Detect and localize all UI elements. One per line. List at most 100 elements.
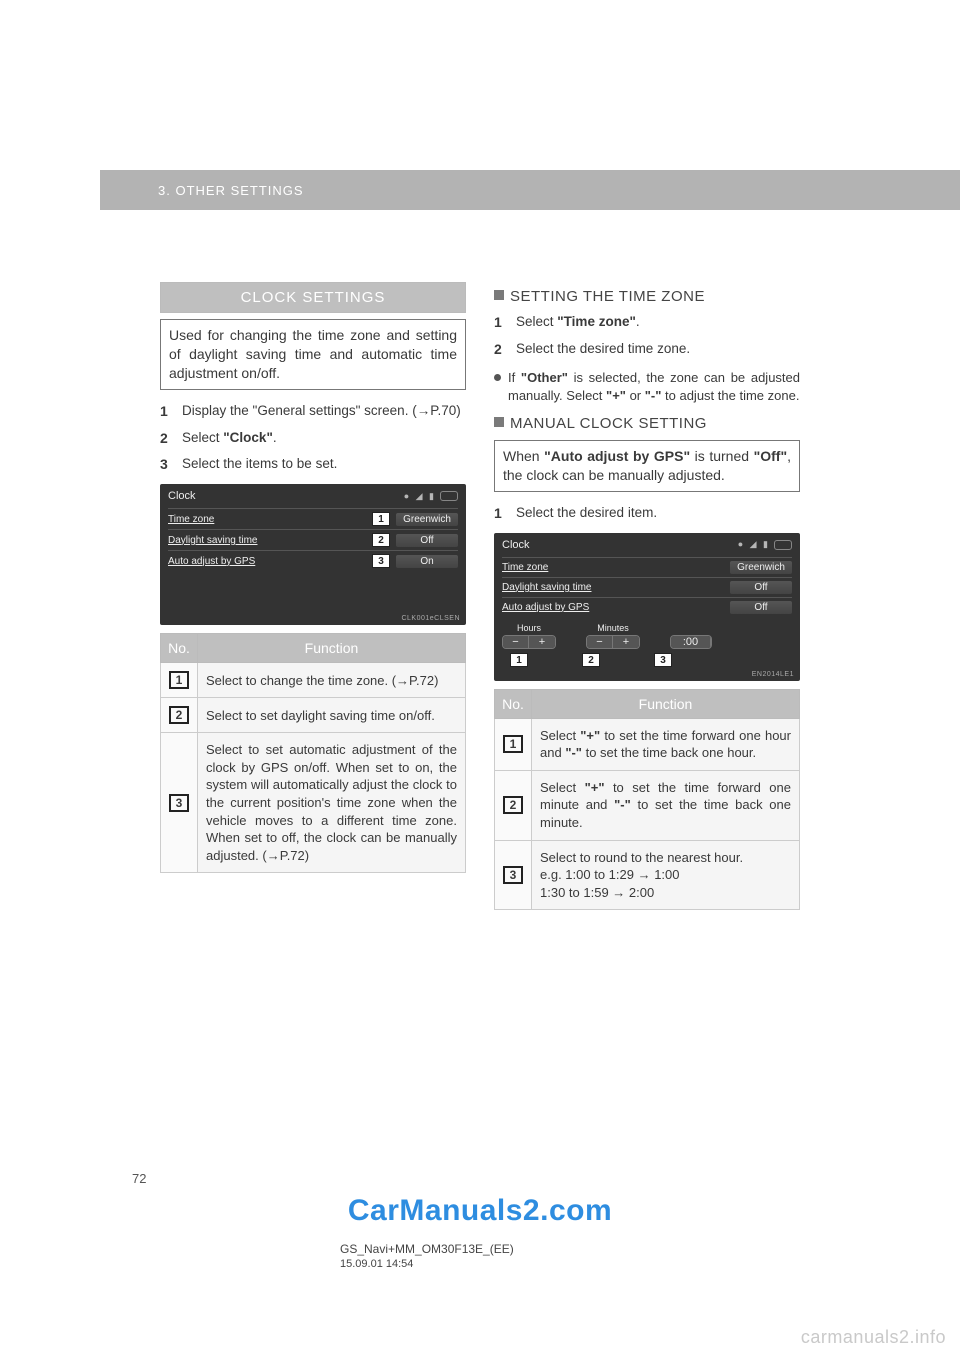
ss-label: Time zone <box>502 562 730 573</box>
table-header-no: No. <box>161 634 198 663</box>
note-bold: "Auto adjust by GPS" <box>544 448 690 464</box>
round-label: :00 <box>671 636 711 648</box>
callout-box: 2 <box>582 653 600 667</box>
round-button: :00 <box>670 635 712 649</box>
table-header-no: No. <box>495 689 532 718</box>
row-number: 3 <box>169 794 189 812</box>
left-steps: Display the "General settings" screen. (… <box>160 402 466 475</box>
doc-id-line1: GS_Navi+MM_OM30F13E_(EE) <box>340 1241 620 1257</box>
screenshot-code: EN2014LE1 <box>752 671 794 678</box>
screenshot-row: Time zone 1 Greenwich <box>168 508 458 529</box>
status-icons: ● ◢ ▮ <box>404 491 458 502</box>
plus-icon: + <box>529 636 555 648</box>
document-id: GS_Navi+MM_OM30F13E_(EE) 15.09.01 14:54 <box>340 1241 620 1272</box>
screenshot-titlebar: Clock ● ◢ ▮ <box>502 539 792 551</box>
right-function-table: No. Function 1 Select "+" to set the tim… <box>494 689 800 910</box>
table-row: 1 Select to change the time zone. (→P.72… <box>161 663 466 698</box>
table-row: 2 Select to set daylight saving time on/… <box>161 698 466 733</box>
note-bold: "+" <box>606 388 626 403</box>
ss-value: Greenwich <box>730 561 792 574</box>
table-header-function: Function <box>198 634 466 663</box>
hours-label: Hours <box>502 623 556 633</box>
row-text: Select to round to the nearest hour. e.g… <box>532 840 800 910</box>
t: Select <box>540 780 585 795</box>
note-text: or <box>626 388 645 403</box>
screenshot-titlebar: Clock ● ◢ ▮ <box>168 490 458 502</box>
callout-box: 3 <box>654 653 672 667</box>
tb: "+" <box>580 728 600 743</box>
status-icons: ● ◢ ▮ <box>738 539 792 550</box>
step-text: Select <box>182 430 223 445</box>
screenshot-row: Daylight saving time Off <box>502 577 792 597</box>
callout-box: 1 <box>510 653 528 667</box>
table-row: 2 Select "+" to set the time forward one… <box>495 770 800 840</box>
ss-label: Daylight saving time <box>168 535 366 546</box>
page-number: 72 <box>132 1171 146 1186</box>
tz-step-2: Select the desired time zone. <box>494 340 800 359</box>
row-number: 1 <box>169 671 189 689</box>
tb: "-" <box>565 745 582 760</box>
setting-timezone-heading: SETTING THE TIME ZONE <box>494 288 800 305</box>
screenshot-row: Daylight saving time 2 Off <box>168 529 458 550</box>
ss-value: Off <box>730 581 792 594</box>
square-bullet-icon <box>494 417 504 427</box>
ss-label: Auto adjust by GPS <box>168 556 366 567</box>
minutes-buttons: −+ <box>586 635 640 649</box>
screenshot-title: Clock <box>168 490 196 502</box>
ss-label: Auto adjust by GPS <box>502 602 730 613</box>
callout-box: 1 <box>372 512 390 526</box>
row-text: Select to set automatic adjustment of th… <box>198 733 466 873</box>
screenshot-code: CLK001eCLSEN <box>401 615 460 622</box>
table-row: 1 Select "+" to set the time forward one… <box>495 718 800 770</box>
plus-icon: + <box>613 636 639 648</box>
row-number: 2 <box>169 706 189 724</box>
ss-label: Time zone <box>168 514 366 525</box>
row-text: Select "+" to set the time forward one m… <box>532 770 800 840</box>
screenshot-row: Time zone Greenwich <box>502 557 792 577</box>
ss-value: Off <box>396 534 458 547</box>
note-text: to adjust the time zone. <box>661 388 799 403</box>
row-text: Select "+" to set the time forward one h… <box>532 718 800 770</box>
table-row: 3 Select to round to the nearest hour. e… <box>495 840 800 910</box>
step-text: . <box>273 430 277 445</box>
screenshot-row: Auto adjust by GPS Off <box>502 597 792 617</box>
back-icon <box>774 540 792 550</box>
tz-steps: Select "Time zone". Select the desired t… <box>494 313 800 359</box>
row-number: 2 <box>503 796 523 814</box>
square-bullet-icon <box>494 290 504 300</box>
watermark: CarManuals2.com <box>348 1194 612 1228</box>
left-column: CLOCK SETTINGS Used for changing the tim… <box>160 282 466 910</box>
row-text: Select to set daylight saving time on/of… <box>198 698 466 733</box>
manual-clock-note: When "Auto adjust by GPS" is turned "Off… <box>494 440 800 492</box>
ss-value: On <box>396 555 458 568</box>
right-column: SETTING THE TIME ZONE Select "Time zone"… <box>494 282 800 910</box>
callout-box: 3 <box>372 554 390 568</box>
bottom-callouts: 1 2 3 <box>502 653 792 667</box>
clock-settings-title: CLOCK SETTINGS <box>160 282 466 313</box>
minutes-group: Minutes −+ <box>586 623 640 649</box>
table-header-function: Function <box>532 689 800 718</box>
step-bold: "Time zone" <box>557 314 636 329</box>
back-icon <box>440 491 458 501</box>
left-function-table: No. Function 1 Select to change the time… <box>160 633 466 873</box>
step-bold: "Clock" <box>223 430 273 445</box>
manual-step-1: Select the desired item. <box>494 504 800 523</box>
screenshot-title: Clock <box>502 539 530 551</box>
tb: "-" <box>614 797 631 812</box>
table-row: 3 Select to set automatic adjustment of … <box>161 733 466 873</box>
heading-text: MANUAL CLOCK SETTING <box>510 415 707 432</box>
clock-screenshot-1: Clock ● ◢ ▮ Time zone 1 Greenwich Daylig… <box>160 484 466 625</box>
minutes-label: Minutes <box>586 623 640 633</box>
adjust-row: Hours −+ Minutes −+ :00 <box>502 623 792 649</box>
clock-settings-intro: Used for changing the time zone and sett… <box>160 319 466 390</box>
t: to set the time back one hour. <box>582 745 756 760</box>
hours-buttons: −+ <box>502 635 556 649</box>
note-text: is turned <box>690 448 754 464</box>
step-text: . <box>636 314 640 329</box>
breadcrumb: 3. OTHER SETTINGS <box>158 183 304 198</box>
note-bold: "Other" <box>521 370 568 385</box>
left-step-3: Select the items to be set. <box>160 455 466 474</box>
screenshot-row: Auto adjust by GPS 3 On <box>168 550 458 571</box>
left-step-1: Display the "General settings" screen. (… <box>160 402 466 421</box>
tz-step-1: Select "Time zone". <box>494 313 800 332</box>
